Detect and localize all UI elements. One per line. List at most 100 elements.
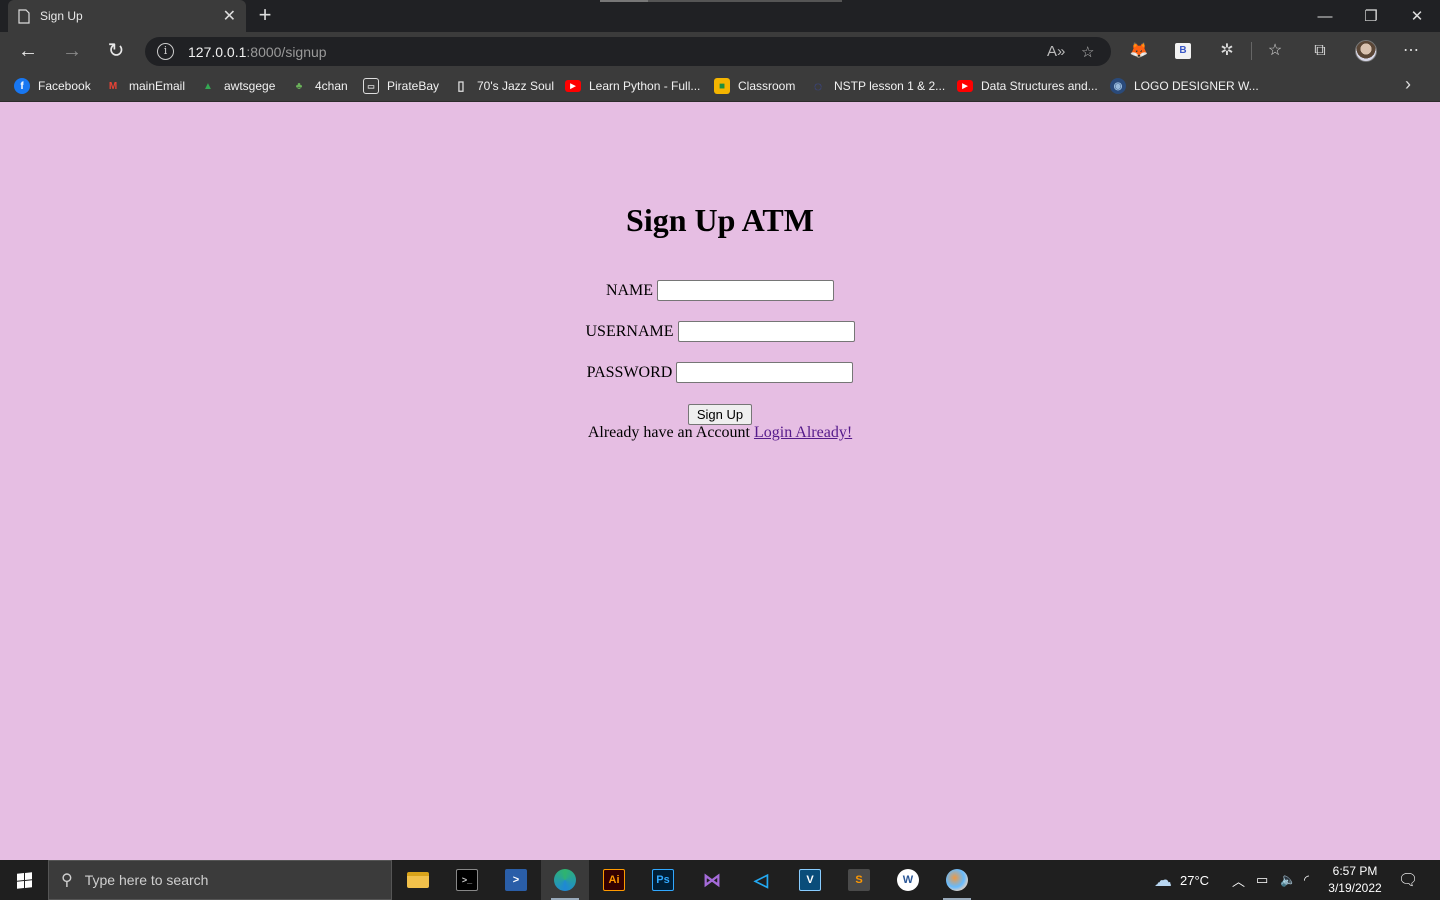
terminal-icon: ▭: [363, 78, 379, 94]
bookmark-label: NSTP lesson 1 & 2...: [834, 79, 946, 93]
notifications-button[interactable]: 🗨: [1398, 860, 1418, 900]
bookmark-label: Learn Python - Full...: [589, 79, 701, 93]
visual-studio-icon: ⋈: [703, 869, 721, 890]
taskbar-search[interactable]: ⚲ Type here to search: [48, 860, 392, 900]
bookmark-classroom[interactable]: ■ Classroom: [714, 76, 795, 96]
add-favorite-icon[interactable]: ☆: [1081, 43, 1094, 61]
profile-avatar[interactable]: [1355, 40, 1377, 62]
clock-date: 3/19/2022: [1328, 881, 1382, 895]
address-bar[interactable]: i 127.0.0.1:8000/signup A» ☆: [145, 37, 1111, 66]
bookmark-piratebay[interactable]: ▭ PirateBay: [363, 76, 439, 96]
bookmark-awtsgege[interactable]: ▲ awtsgege: [200, 76, 275, 96]
tab-strip: Sign Up ✕ + — ❐ ✕: [0, 0, 1440, 32]
sublime-icon: S: [848, 869, 870, 891]
page-title: Sign Up ATM: [626, 202, 814, 238]
minimize-button[interactable]: —: [1302, 0, 1348, 32]
url-host: 127.0.0.1: [188, 43, 247, 60]
taskbar-illustrator[interactable]: Ai: [590, 860, 638, 900]
youtube-icon: ▶: [565, 80, 581, 92]
taskbar-paint[interactable]: [933, 860, 981, 900]
back-button[interactable]: ←: [14, 38, 42, 64]
gmail-icon: M: [108, 80, 118, 92]
refresh-button[interactable]: ↻: [102, 38, 130, 64]
username-label: USERNAME: [585, 322, 674, 340]
bookmark-facebook[interactable]: f Facebook: [14, 76, 91, 96]
name-row: NAME: [0, 280, 1440, 301]
taskbar-powershell[interactable]: >: [492, 860, 540, 900]
tab-scroll-indicator: [600, 0, 842, 2]
google-drive-icon: ▲: [203, 80, 213, 92]
network-tray[interactable]: ◜: [1304, 860, 1309, 900]
site-info-icon[interactable]: i: [157, 43, 174, 60]
more-menu-icon[interactable]: ⋯: [1400, 40, 1422, 62]
taskbar-sublime[interactable]: S: [835, 860, 883, 900]
login-prompt-line: Already have an Account Login Already!: [0, 424, 1440, 442]
favorites-icon[interactable]: ☆: [1264, 40, 1286, 62]
login-link[interactable]: Login Already!: [754, 424, 852, 441]
search-icon: ⚲: [61, 872, 73, 889]
facebook-icon: f: [14, 78, 30, 94]
password-label: PASSWORD: [586, 363, 673, 381]
new-tab-button[interactable]: +: [254, 3, 276, 27]
volume-tray[interactable]: 🔈: [1280, 860, 1296, 900]
bookmark-label: PirateBay: [387, 79, 440, 93]
bookmark-label: Data Structures and...: [981, 79, 1098, 93]
username-input[interactable]: [677, 321, 855, 342]
page-icon: [18, 8, 30, 24]
powershell-icon: >: [505, 869, 527, 891]
chevron-up-icon: ︿: [1232, 873, 1246, 889]
taskbar-word[interactable]: W: [884, 860, 932, 900]
bookmark-data-structures[interactable]: ▶ Data Structures and...: [957, 76, 1098, 96]
close-window-button[interactable]: ✕: [1394, 0, 1440, 32]
taskbar-vim[interactable]: V: [786, 860, 834, 900]
username-row: USERNAME: [0, 321, 1440, 342]
clock-time: 6:57 PM: [1332, 864, 1378, 878]
restore-button[interactable]: ❐: [1348, 0, 1394, 32]
battery-tray[interactable]: ▭: [1256, 860, 1268, 900]
bookmark-mainemail[interactable]: MmainEmail: [105, 76, 185, 96]
password-input[interactable]: [676, 362, 854, 383]
bookmark-jazz[interactable]: ▯ 70's Jazz Soul: [453, 76, 554, 96]
taskbar-file-explorer[interactable]: [394, 860, 442, 900]
bookmark-logo-designer[interactable]: ◉ LOGO DESIGNER W...: [1110, 76, 1259, 96]
taskbar: ⚲ Type here to search >_ > Ai Ps ⋈ ◁ V S…: [0, 860, 1440, 900]
name-input[interactable]: [657, 280, 835, 301]
start-button[interactable]: [0, 860, 48, 900]
bookmark-label: awtsgege: [224, 79, 276, 93]
bootstrap-extension-icon[interactable]: B: [1175, 43, 1191, 59]
taskbar-clock[interactable]: 6:57 PM 3/19/2022: [1322, 863, 1388, 897]
terminal-icon: >_: [456, 869, 478, 891]
taskbar-terminal[interactable]: >_: [443, 860, 491, 900]
bookmark-label: Classroom: [738, 79, 796, 93]
wifi-icon: ◜: [1304, 872, 1310, 887]
bookmark-label: mainEmail: [129, 79, 186, 93]
bookmark-nstp[interactable]: ◌ NSTP lesson 1 & 2...: [810, 76, 945, 96]
youtube-icon: ▶: [957, 80, 973, 92]
taskbar-visual-studio[interactable]: ⋈: [688, 860, 736, 900]
globe-icon: ◌: [813, 78, 823, 94]
bookmark-learn-python[interactable]: ▶ Learn Python - Full...: [565, 76, 700, 96]
bookmark-label: Facebook: [38, 79, 91, 93]
windows-icon: [16, 871, 32, 889]
chevron-right-icon[interactable]: ›: [1405, 74, 1411, 95]
close-tab-icon[interactable]: ✕: [223, 6, 236, 26]
read-aloud-icon[interactable]: A»: [1047, 43, 1065, 60]
taskbar-vscode[interactable]: ◁: [737, 860, 785, 900]
file-explorer-icon: [407, 872, 429, 888]
name-label: NAME: [605, 281, 654, 299]
cloud-icon: ☁: [1154, 869, 1172, 890]
collections-icon[interactable]: ⧉: [1309, 40, 1331, 62]
bookmark-4chan[interactable]: ♣ 4chan: [291, 76, 348, 96]
extensions-icon[interactable]: ✲: [1216, 40, 1238, 62]
metamask-extension-icon[interactable]: 🦊: [1128, 40, 1150, 62]
weather-widget[interactable]: ☁ 27°C: [1154, 860, 1209, 900]
taskbar-photoshop[interactable]: Ps: [639, 860, 687, 900]
show-hidden-icons[interactable]: ︿: [1232, 860, 1245, 900]
signup-button[interactable]: Sign Up: [688, 404, 752, 425]
forward-button[interactable]: →: [58, 38, 86, 64]
toolbar-separator: [1251, 42, 1252, 60]
taskbar-edge[interactable]: [541, 860, 589, 900]
bookmark-label: 4chan: [315, 79, 348, 93]
tab-title: Sign Up: [40, 9, 83, 23]
tab-signup[interactable]: Sign Up ✕: [8, 0, 246, 32]
